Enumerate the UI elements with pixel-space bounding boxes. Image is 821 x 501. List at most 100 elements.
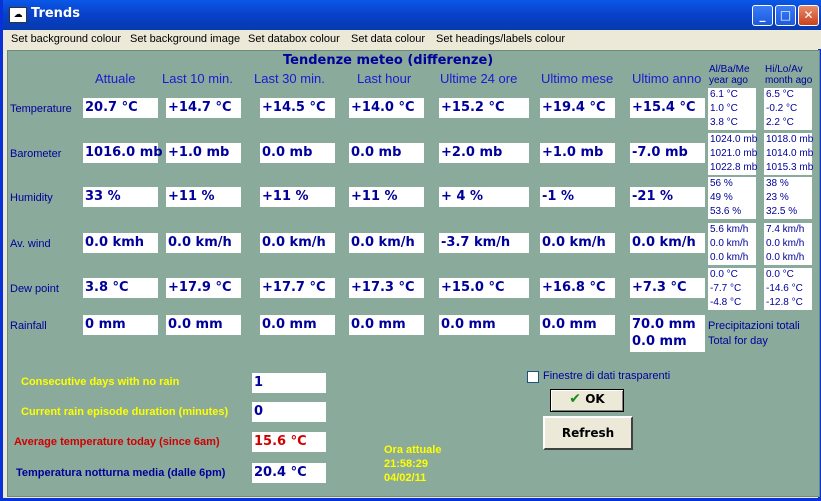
row-label-temperature: Temperature xyxy=(10,103,72,115)
rainfall-total-value: 0.0 mm xyxy=(632,334,687,349)
barometer-last30-value: 0.0 mb xyxy=(260,143,335,163)
maximize-button[interactable]: □ xyxy=(775,5,796,26)
rainfall-year-box: 70.0 mm 0.0 mm xyxy=(630,315,705,352)
col-header-month: Ultimo mese xyxy=(541,71,614,86)
humidity-month-stat: 38 % xyxy=(764,177,812,191)
temperature-month-stat: 6.5 °C xyxy=(764,88,812,102)
barometer-month-value: +1.0 mb xyxy=(540,143,615,163)
ok-button[interactable]: ✔ OK xyxy=(550,389,624,412)
dew-point-month-value: +16.8 °C xyxy=(540,278,615,298)
title-bar[interactable]: ☁ Trends _ □ ✕ xyxy=(3,0,821,30)
close-button[interactable]: ✕ xyxy=(798,5,819,26)
transparent-checkbox[interactable] xyxy=(527,371,539,383)
stat-value-night-temp: 20.4 °C xyxy=(252,463,326,483)
humidity-attuale-value: 33 % xyxy=(83,187,158,207)
temperature-month-stat: 2.2 °C xyxy=(764,116,812,130)
barometer-year-stat: 1024.0 mb xyxy=(708,133,758,147)
dew-point-year-stat: 0.0 °C xyxy=(708,268,756,282)
humidity-lasthour-value: +11 % xyxy=(349,187,424,207)
humidity-last10-value: +11 % xyxy=(166,187,241,207)
av-wind-year-stat: 0.0 km/h xyxy=(708,237,756,251)
col-header-last10: Last 10 min. xyxy=(162,71,233,86)
refresh-button[interactable]: Refresh xyxy=(543,416,633,450)
menu-set-databox-colour[interactable]: Set databox colour xyxy=(248,33,340,45)
av-wind-year-stat: 5.6 km/h xyxy=(708,223,756,237)
humidity-year-stat: 53.6 % xyxy=(708,205,756,219)
header-month-ago: Hi/Lo/Av month ago xyxy=(765,64,813,86)
ok-button-label: OK xyxy=(585,392,605,406)
barometer-year-stat: 1022.8 mb xyxy=(708,161,758,175)
humidity-last30-value: +11 % xyxy=(260,187,335,207)
rainfall-24h: 0.0 mm xyxy=(439,315,529,335)
menu-set-headings-labels-colour[interactable]: Set headings/labels colour xyxy=(436,33,565,45)
trends-heading: Tendenze meteo (differenze) xyxy=(283,53,494,68)
stat-label-avg-temp-today: Average temperature today (since 6am) xyxy=(14,436,220,448)
window-title: Trends xyxy=(31,6,80,21)
av-wind-24h-value: -3.7 km/h xyxy=(439,233,529,253)
menu-set-background-image[interactable]: Set background image xyxy=(130,33,240,45)
av-wind-month-value: 0.0 km/h xyxy=(540,233,615,253)
dew-point-last30-value: +17.7 °C xyxy=(260,278,335,298)
temperature-year-stat: 3.8 °C xyxy=(708,116,756,130)
humidity-year-value: -21 % xyxy=(630,187,705,207)
col-header-year: Ultimo anno xyxy=(632,71,702,86)
temperature-month-stat: -0.2 °C xyxy=(764,102,812,116)
transparent-checkbox-label[interactable]: Finestre di dati trasparenti xyxy=(543,370,670,382)
clock-label: Ora attuale xyxy=(384,444,442,456)
temperature-last30-value: +14.5 °C xyxy=(260,98,335,118)
rainfall-year-value: 70.0 mm xyxy=(632,317,696,332)
temperature-year-stat: 6.1 °C xyxy=(708,88,756,102)
col-header-24h: Ultime 24 ore xyxy=(440,71,518,86)
av-wind-year-stat: 0.0 km/h xyxy=(708,251,756,265)
rainfall-last30: 0.0 mm xyxy=(260,315,335,335)
rainfall-last10: 0.0 mm xyxy=(166,315,241,335)
trends-panel: Tendenze meteo (differenze) Attuale Last… xyxy=(7,50,820,497)
menu-set-data-colour[interactable]: Set data colour xyxy=(351,33,425,45)
av-wind-month-stat: 0.0 km/h xyxy=(764,251,812,265)
temperature-24h-value: +15.2 °C xyxy=(439,98,529,118)
humidity-month-value: -1 % xyxy=(540,187,615,207)
av-wind-attuale-value: 0.0 kmh xyxy=(83,233,158,253)
av-wind-year-value: 0.0 km/h xyxy=(630,233,705,253)
humidity-year-stat: 56 % xyxy=(708,177,756,191)
humidity-month-stat: 32.5 % xyxy=(764,205,812,219)
col-header-last30: Last 30 min. xyxy=(254,71,325,86)
clock-date: 04/02/11 xyxy=(384,472,427,484)
barometer-year-value: -7.0 mb xyxy=(630,143,705,163)
header-year-ago: Al/Ba/Me year ago xyxy=(709,64,750,86)
app-icon: ☁ xyxy=(9,7,27,23)
col-header-attuale: Attuale xyxy=(95,71,136,86)
stat-value-no-rain-days: 1 xyxy=(252,373,326,393)
row-label-dew-point: Dew point xyxy=(10,283,59,295)
dew-point-year-stat: -7.7 °C xyxy=(708,282,756,296)
dew-point-24h-value: +15.0 °C xyxy=(439,278,529,298)
av-wind-last30-value: 0.0 km/h xyxy=(260,233,335,253)
humidity-24h-value: + 4 % xyxy=(439,187,529,207)
rainfall-lasthour: 0.0 mm xyxy=(349,315,424,335)
col-header-lasthour: Last hour xyxy=(357,71,412,86)
av-wind-last10-value: 0.0 km/h xyxy=(166,233,241,253)
av-wind-month-stat: 7.4 km/h xyxy=(764,223,812,237)
dew-point-lasthour-value: +17.3 °C xyxy=(349,278,424,298)
dew-point-last10-value: +17.9 °C xyxy=(166,278,241,298)
rainfall-attuale: 0 mm xyxy=(83,315,158,335)
trends-window: ☁ Trends _ □ ✕ Set background colour Set… xyxy=(0,0,821,501)
stat-label-rain-duration: Current rain episode duration (minutes) xyxy=(21,406,229,418)
stat-value-avg-temp-today: 15.6 °C xyxy=(252,432,326,452)
temperature-last10-value: +14.7 °C xyxy=(166,98,241,118)
dew-point-year-stat: -4.8 °C xyxy=(708,296,756,310)
temperature-attuale-value: 20.7 °C xyxy=(83,98,158,118)
clock-time: 21:58:29 xyxy=(384,458,429,470)
barometer-attuale-value: 1016.0 mb xyxy=(83,143,163,163)
menu-set-background-colour[interactable]: Set background colour xyxy=(11,33,121,45)
barometer-last10-value: +1.0 mb xyxy=(166,143,241,163)
barometer-year-stat: 1021.0 mb xyxy=(708,147,758,161)
dew-point-year-value: +7.3 °C xyxy=(630,278,705,298)
av-wind-month-stat: 0.0 km/h xyxy=(764,237,812,251)
barometer-24h-value: +2.0 mb xyxy=(439,143,529,163)
dew-point-month-stat: 0.0 °C xyxy=(764,268,812,282)
barometer-lasthour-value: 0.0 mb xyxy=(349,143,424,163)
dew-point-month-stat: -14.6 °C xyxy=(764,282,812,296)
minimize-button[interactable]: _ xyxy=(752,5,773,26)
stat-label-no-rain-days: Consecutive days with no rain xyxy=(21,376,180,388)
